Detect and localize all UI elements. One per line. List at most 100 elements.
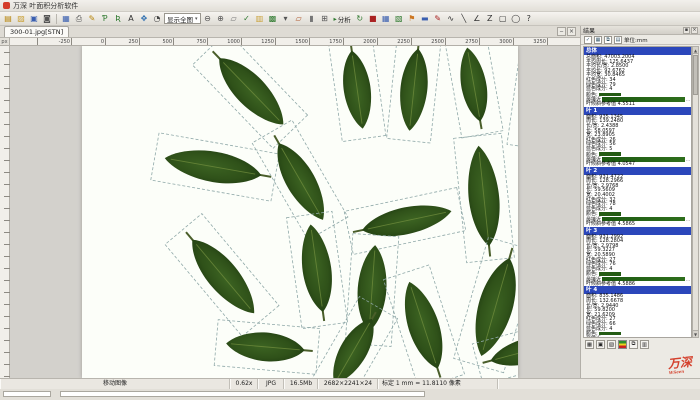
- image-canvas[interactable]: [10, 46, 580, 378]
- closest-color-row: 最接近…: [584, 336, 691, 338]
- results-panel-title: 结果: [583, 26, 682, 35]
- leaf-object[interactable]: [454, 133, 515, 262]
- ruler-label: 2750: [446, 38, 480, 45]
- ruler-label: 250: [106, 38, 140, 45]
- leaf-object[interactable]: [328, 46, 386, 142]
- ruler-label: 2000: [344, 38, 378, 45]
- results-scrollbar[interactable]: ▲ ▼: [692, 46, 699, 338]
- leaf-bounding-box: [507, 46, 518, 151]
- eraser-icon[interactable]: ▱: [293, 13, 305, 25]
- title-bar: 万深 叶面积分析软件: [0, 0, 700, 12]
- status-cell: 移动图像: [0, 379, 230, 389]
- z-icon[interactable]: Z: [484, 13, 496, 25]
- page-prev-icon[interactable]: Ƥ: [99, 13, 111, 25]
- status-cell: 2682×2241×24: [318, 379, 378, 389]
- ruler-label: 0: [72, 38, 106, 45]
- leaf-object[interactable]: [445, 46, 503, 138]
- dropdown-a-icon[interactable]: ▾: [280, 13, 292, 25]
- ruler-label: 3250: [514, 38, 548, 45]
- results-list[interactable]: 总体总面积: 47003.2004平均周长: 125.6437平均长/宽: 2.…: [583, 46, 692, 338]
- flag-icon[interactable]: ⚑: [406, 13, 418, 25]
- zoom-in-icon[interactable]: ⊕: [215, 13, 227, 25]
- ruler-label: 1750: [310, 38, 344, 45]
- result-table-icon[interactable]: ▦: [585, 340, 594, 349]
- status-cell: 16.5Mb: [284, 379, 318, 389]
- leaf-object[interactable]: [151, 133, 279, 201]
- angle-icon[interactable]: ∠: [471, 13, 483, 25]
- save-all-icon[interactable]: ▦: [60, 13, 72, 25]
- page-next-icon[interactable]: Ʀ: [112, 13, 124, 25]
- area-icon[interactable]: ▢: [497, 13, 509, 25]
- print-icon[interactable]: ⎙: [73, 13, 85, 25]
- status-bar: 移动图像0.62xJPG16.5Mb2682×2241×24标定 1 mm = …: [0, 378, 700, 389]
- help-icon[interactable]: ?: [523, 13, 535, 25]
- document-tab[interactable]: 300-01.jpg[STN]: [4, 26, 69, 37]
- status-field-small: [3, 391, 51, 397]
- leaf-object[interactable]: [286, 211, 347, 328]
- color-swatch: [599, 93, 621, 97]
- curve-icon[interactable]: ∿: [445, 13, 457, 25]
- canvas-minimize-button[interactable]: ‒: [557, 27, 566, 36]
- result-excel-icon[interactable]: ▧: [607, 340, 616, 349]
- grid-icon[interactable]: ▦: [594, 36, 602, 44]
- ruler-icon[interactable]: ▬: [419, 13, 431, 25]
- result-chart-icon[interactable]: ▥: [640, 340, 649, 349]
- save-icon[interactable]: ▣: [28, 13, 40, 25]
- leaf-object[interactable]: [387, 46, 442, 143]
- leaf-object[interactable]: [344, 188, 466, 255]
- new-file-icon[interactable]: ▤: [2, 13, 14, 25]
- refresh-icon[interactable]: ↻: [354, 13, 366, 25]
- circle-icon[interactable]: ◯: [510, 13, 522, 25]
- zoom-tool-icon[interactable]: ◔: [151, 13, 163, 25]
- analyze-button[interactable]: ▸分析: [332, 14, 353, 24]
- color-swatch: [599, 332, 621, 336]
- scrollbar-thumb[interactable]: [693, 55, 698, 95]
- vertical-ruler: [0, 46, 10, 378]
- select-icon[interactable]: ▱: [228, 13, 240, 25]
- layers-icon[interactable]: ▥: [254, 13, 266, 25]
- pen-icon[interactable]: ✎: [432, 13, 444, 25]
- result-save-icon[interactable]: ▣: [596, 340, 605, 349]
- color-swatch: [599, 152, 621, 156]
- progress-row: [0, 389, 700, 400]
- document-tab-bar: 300-01.jpg[STN] ‒ ×: [0, 26, 580, 38]
- color-swatch: [599, 272, 621, 276]
- pin-icon[interactable]: ▪: [683, 27, 690, 34]
- leaf-object[interactable]: [192, 46, 307, 148]
- scroll-up-icon[interactable]: ▲: [693, 47, 698, 54]
- pan-hand-icon[interactable]: ✥: [138, 13, 150, 25]
- table-icon[interactable]: ▦: [380, 13, 392, 25]
- leaf-image[interactable]: [82, 46, 518, 378]
- panel-close-icon[interactable]: ×: [691, 27, 698, 34]
- ruler-label: 1500: [276, 38, 310, 45]
- results-panel-header: 结果 ▪ ×: [581, 26, 700, 35]
- view-mode-dropdown[interactable]: 显示全图▾: [164, 13, 201, 24]
- line-icon[interactable]: ╲: [458, 13, 470, 25]
- ruler-label: 3000: [480, 38, 514, 45]
- leaf-object[interactable]: [214, 320, 320, 375]
- brush-icon[interactable]: ▮: [306, 13, 318, 25]
- edit-icon[interactable]: ✎: [86, 13, 98, 25]
- text-icon[interactable]: A: [125, 13, 137, 25]
- scroll-down-icon[interactable]: ▼: [693, 330, 698, 337]
- horizontal-ruler: -250025050075010001250150017502000225025…: [10, 38, 580, 46]
- green-grid-icon[interactable]: ▩: [267, 13, 279, 25]
- status-field-wide: [60, 391, 425, 397]
- marker-icon[interactable]: ✓: [241, 13, 253, 25]
- count-icon[interactable]: ⊞: [319, 13, 331, 25]
- stop-icon[interactable]: ■: [367, 13, 379, 25]
- canvas-close-button[interactable]: ×: [567, 27, 576, 36]
- leaf-object[interactable]: [507, 46, 518, 151]
- camera-icon[interactable]: ◙: [41, 13, 53, 25]
- copy-icon[interactable]: ⧉: [604, 36, 612, 44]
- export-icon[interactable]: ▤: [614, 36, 622, 44]
- excel-icon[interactable]: ▧: [393, 13, 405, 25]
- result-copy-icon[interactable]: ⧉: [629, 340, 638, 349]
- results-toolbar: ✓▦⧉▤单位:mm: [581, 35, 700, 45]
- color-flag-icon[interactable]: [618, 340, 627, 349]
- open-folder-icon[interactable]: ▨: [15, 13, 27, 25]
- zoom-out-icon[interactable]: ⊖: [202, 13, 214, 25]
- ellipsis: …: [686, 277, 690, 282]
- check-icon[interactable]: ✓: [584, 36, 592, 44]
- leaf-object[interactable]: [165, 214, 279, 337]
